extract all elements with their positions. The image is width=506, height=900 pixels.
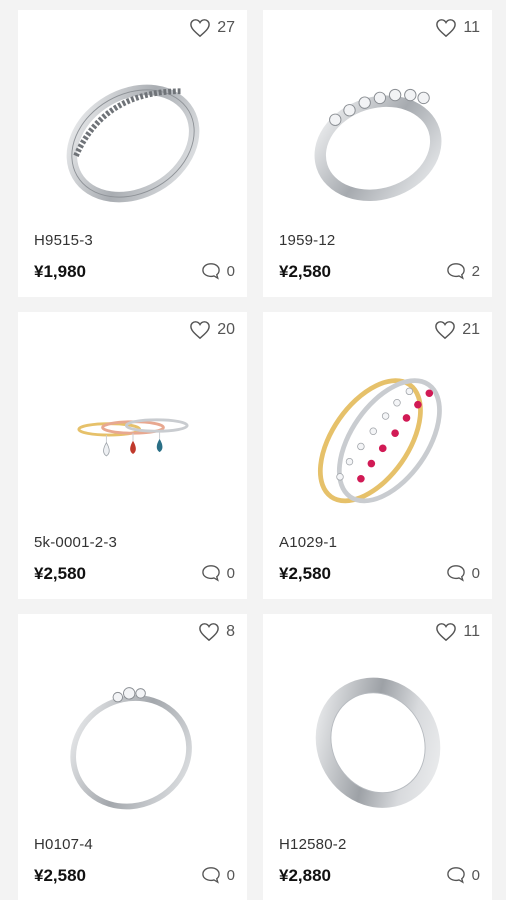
product-price: ¥1,980	[34, 262, 86, 281]
pave-band-ring-image	[66, 84, 199, 203]
speech-bubble-icon	[201, 565, 220, 582]
comment-button[interactable]: 0	[446, 564, 480, 582]
comment-button[interactable]: 0	[201, 866, 235, 884]
heart-icon	[199, 623, 219, 642]
comment-button[interactable]: 0	[201, 564, 235, 582]
comment-count: 0	[226, 262, 235, 280]
speech-bubble-icon	[446, 263, 465, 280]
product-price: ¥2,580	[279, 564, 331, 583]
plain-silver-band-image	[315, 677, 440, 808]
speech-bubble-icon	[201, 263, 220, 280]
like-button[interactable]: 8	[198, 622, 235, 642]
comment-button[interactable]: 2	[446, 262, 480, 280]
heart-icon	[190, 321, 211, 340]
like-count: 8	[226, 623, 235, 640]
comment-count: 0	[226, 866, 235, 884]
like-button[interactable]: 20	[189, 320, 235, 340]
product-code: H0107-4	[34, 836, 93, 853]
product-card[interactable]: 11 H12580-2 ¥2,880 0	[263, 614, 492, 900]
comment-button[interactable]: 0	[446, 866, 480, 884]
like-count: 20	[217, 321, 235, 338]
three-stone-thin-ring-image	[69, 687, 192, 810]
like-count: 27	[217, 19, 235, 36]
heart-icon	[435, 321, 456, 340]
heart-icon	[436, 19, 457, 38]
product-image[interactable]	[263, 648, 492, 828]
speech-bubble-icon	[201, 867, 220, 884]
comment-count: 0	[471, 866, 480, 884]
comment-button[interactable]: 0	[201, 262, 235, 280]
comment-count: 2	[471, 262, 480, 280]
like-count: 21	[462, 321, 480, 338]
product-card[interactable]: 21 A1029-1 ¥2,580 0	[263, 312, 492, 599]
product-image[interactable]	[18, 648, 247, 828]
like-count: 11	[463, 623, 480, 640]
like-button[interactable]: 11	[435, 18, 480, 38]
comment-count: 0	[471, 564, 480, 582]
product-image[interactable]	[18, 346, 247, 526]
product-price: ¥2,580	[34, 564, 86, 583]
product-card[interactable]: 8 H0107-4 ¥2,580 0	[18, 614, 247, 900]
product-code: H9515-3	[34, 232, 93, 249]
product-image[interactable]	[263, 44, 492, 224]
product-card[interactable]: 20 5k-0001-2-3 ¥2,580 0	[18, 312, 247, 599]
like-button[interactable]: 21	[434, 320, 480, 340]
product-price: ¥2,880	[279, 866, 331, 885]
product-code: H12580-2	[279, 836, 347, 853]
heart-icon	[436, 623, 457, 642]
product-card[interactable]: 27 H9515-3 ¥1,980 0	[18, 10, 247, 297]
product-grid: 27 H9515-3 ¥1,980 0 11 1959-12 ¥2,580 2 …	[18, 10, 492, 900]
product-image[interactable]	[263, 346, 492, 526]
speech-bubble-icon	[446, 565, 465, 582]
product-price: ¥2,580	[34, 866, 86, 885]
product-code: 5k-0001-2-3	[34, 534, 118, 551]
speech-bubble-icon	[446, 867, 465, 884]
half-eternity-ring-image	[314, 88, 441, 201]
like-count: 11	[463, 19, 480, 36]
product-image[interactable]	[18, 44, 247, 224]
product-code: 1959-12	[279, 232, 336, 249]
like-button[interactable]: 11	[435, 622, 480, 642]
ruby-diamond-ring-set-image	[317, 378, 442, 504]
product-price: ¥2,580	[279, 262, 331, 281]
product-card[interactable]: 11 1959-12 ¥2,580 2	[263, 10, 492, 297]
product-code: A1029-1	[279, 534, 338, 551]
like-button[interactable]: 27	[189, 18, 235, 38]
heart-icon	[190, 19, 211, 38]
stacking-rings-with-drops-image	[76, 418, 189, 457]
comment-count: 0	[226, 564, 235, 582]
